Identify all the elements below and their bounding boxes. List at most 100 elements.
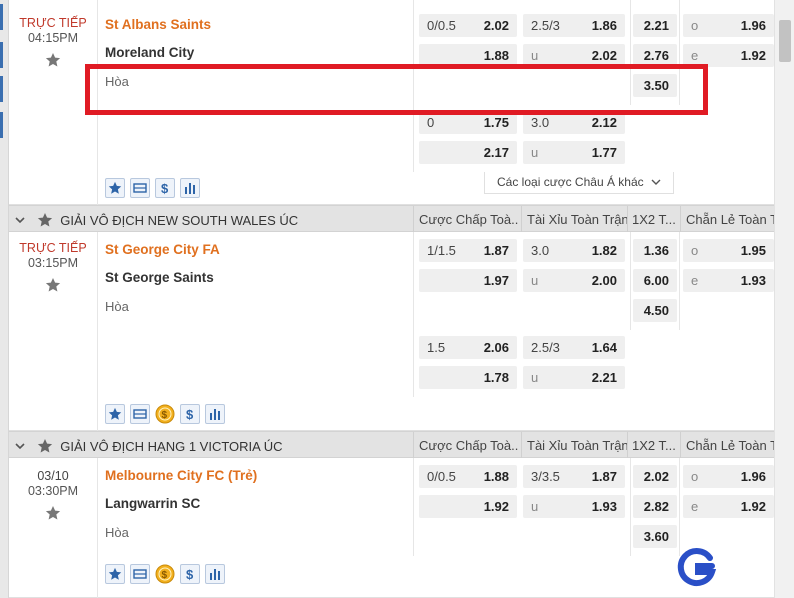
dollar-icon: $ — [161, 181, 169, 195]
match-actions: $ $ — [105, 404, 230, 424]
match-block: 03/10 03:30PM Melbourne City FC (Trẻ) La… — [9, 458, 774, 598]
away-team-name[interactable]: Moreland City — [105, 45, 194, 60]
pitch-icon — [133, 409, 147, 419]
even-odds[interactable]: e 1.93 — [683, 269, 774, 292]
favorite-star-icon[interactable] — [45, 505, 61, 521]
handicap-away-odds[interactable]: 2.17 — [419, 141, 517, 164]
1x2-home-odds[interactable]: 2.21 — [633, 14, 677, 37]
bar-chart-icon — [185, 183, 195, 194]
highlight-box — [85, 64, 708, 115]
over-odds[interactable]: 2.5/3 1.86 — [523, 14, 625, 37]
watermark-logo — [677, 548, 717, 587]
away-team-name[interactable]: Langwarrin SC — [105, 496, 200, 511]
stats-button[interactable] — [205, 564, 225, 584]
side-tab[interactable] — [0, 112, 3, 138]
favorite-button[interactable] — [105, 404, 125, 424]
match-time: 03:30PM — [27, 484, 79, 498]
more-asian-bets-dropdown[interactable]: Các loại cược Châu Á khác — [484, 172, 674, 194]
handicap-away-odds[interactable]: 1.92 — [419, 495, 517, 518]
dollar-icon: $ — [186, 567, 194, 581]
match-status: TRỰC TIẾP — [19, 241, 87, 255]
over-odds[interactable]: 2.5/3 1.64 — [523, 336, 625, 359]
stats-button[interactable] — [205, 404, 225, 424]
match-time-column: TRỰC TIẾP 03:15PM — [9, 232, 98, 431]
star-icon — [108, 567, 122, 580]
collapse-chevron-icon[interactable] — [15, 215, 25, 225]
handicap-home-odds[interactable]: 1.5 2.06 — [419, 336, 517, 359]
col-1x2-header: 1X2 T... — [632, 438, 676, 453]
match-time-column: 03/10 03:30PM — [9, 458, 98, 598]
col-over-under-header: Tài Xỉu Toàn Trận — [527, 438, 627, 453]
side-tab[interactable] — [0, 4, 3, 30]
col-handicap-header: Cược Chấp Toà... — [419, 438, 519, 453]
home-team-name[interactable]: St George City FA — [105, 242, 220, 257]
bet-button[interactable]: $ — [180, 404, 200, 424]
favorite-button[interactable] — [105, 564, 125, 584]
match-actions: $ — [105, 178, 205, 198]
handicap-home-odds[interactable]: 0/0.5 2.02 — [419, 14, 517, 37]
svg-text:$: $ — [186, 407, 194, 421]
odd-odds[interactable]: o 1.96 — [683, 14, 774, 37]
col-odd-even-header: Chẵn Lẻ Toàn T — [686, 438, 774, 453]
svg-text:$: $ — [162, 410, 168, 421]
star-icon — [108, 181, 122, 194]
over-odds[interactable]: 3/3.5 1.87 — [523, 465, 625, 488]
under-odds[interactable]: u 2.00 — [523, 269, 625, 292]
even-odds[interactable]: e 1.92 — [683, 495, 774, 518]
away-team-name[interactable]: St George Saints — [105, 270, 214, 285]
vertical-scrollbar[interactable] — [774, 0, 794, 598]
side-tab[interactable] — [0, 42, 3, 68]
side-tab[interactable] — [0, 76, 3, 102]
odd-odds[interactable]: o 1.96 — [683, 465, 774, 488]
league-name: GIẢI VÔ ĐỊCH HẠNG 1 VICTORIA ÚC — [60, 439, 283, 454]
handicap-home-odds[interactable]: 0/0.5 1.88 — [419, 465, 517, 488]
svg-text:$: $ — [162, 570, 168, 581]
over-odds[interactable]: 3.0 1.82 — [523, 239, 625, 262]
draw-label: Hòa — [105, 525, 129, 540]
bet-button[interactable]: $ — [180, 564, 200, 584]
1x2-home-odds[interactable]: 1.36 — [633, 239, 677, 262]
bet-button[interactable]: $ — [155, 178, 175, 198]
home-team-name[interactable]: St Albans Saints — [105, 17, 211, 32]
pitch-icon — [133, 183, 147, 193]
league-name: GIẢI VÔ ĐỊCH NEW SOUTH WALES ÚC — [60, 213, 299, 228]
favorite-button[interactable] — [105, 178, 125, 198]
handicap-away-odds[interactable]: 1.78 — [419, 366, 517, 389]
pitch-icon — [133, 569, 147, 579]
under-odds[interactable]: u 1.93 — [523, 495, 625, 518]
under-odds[interactable]: u 2.21 — [523, 366, 625, 389]
handicap-home-odds[interactable]: 1/1.5 1.87 — [419, 239, 517, 262]
league-favorite-star-icon[interactable] — [37, 438, 53, 454]
1x2-draw-odds[interactable]: 3.60 — [633, 525, 677, 548]
chevron-down-icon — [651, 179, 661, 185]
col-over-under-header: Tài Xỉu Toàn Trận — [527, 212, 627, 227]
odd-odds[interactable]: o 1.95 — [683, 239, 774, 262]
left-edge-panel — [0, 0, 9, 598]
favorite-star-icon[interactable] — [45, 277, 61, 293]
under-odds[interactable]: u 1.77 — [523, 141, 625, 164]
field-view-button[interactable] — [130, 404, 150, 424]
1x2-home-odds[interactable]: 2.02 — [633, 465, 677, 488]
star-icon — [108, 407, 122, 420]
league-favorite-star-icon[interactable] — [37, 212, 53, 228]
stats-button[interactable] — [180, 178, 200, 198]
col-handicap-header: Cược Chấp Toà... — [419, 212, 519, 227]
favorite-star-icon[interactable] — [45, 52, 61, 68]
bar-chart-icon — [210, 569, 220, 580]
scrollbar-thumb[interactable] — [779, 20, 791, 62]
coin-icon[interactable]: $ — [155, 404, 175, 424]
collapse-chevron-icon[interactable] — [15, 441, 25, 451]
field-view-button[interactable] — [130, 564, 150, 584]
league-header[interactable]: GIẢI VÔ ĐỊCH NEW SOUTH WALES ÚC Cược Chấ… — [9, 205, 774, 233]
match-time: 04:15PM — [27, 31, 79, 45]
handicap-away-odds[interactable]: 1.97 — [419, 269, 517, 292]
1x2-away-odds[interactable]: 2.82 — [633, 495, 677, 518]
match-time: 03:15PM — [27, 256, 79, 270]
league-header[interactable]: GIẢI VÔ ĐỊCH HẠNG 1 VICTORIA ÚC Cược Chấ… — [9, 431, 774, 459]
field-view-button[interactable] — [130, 178, 150, 198]
1x2-away-odds[interactable]: 6.00 — [633, 269, 677, 292]
coin-icon[interactable]: $ — [155, 564, 175, 584]
1x2-draw-odds[interactable]: 4.50 — [633, 299, 677, 322]
home-team-name[interactable]: Melbourne City FC (Trẻ) — [105, 468, 257, 483]
dollar-icon: $ — [186, 407, 194, 421]
